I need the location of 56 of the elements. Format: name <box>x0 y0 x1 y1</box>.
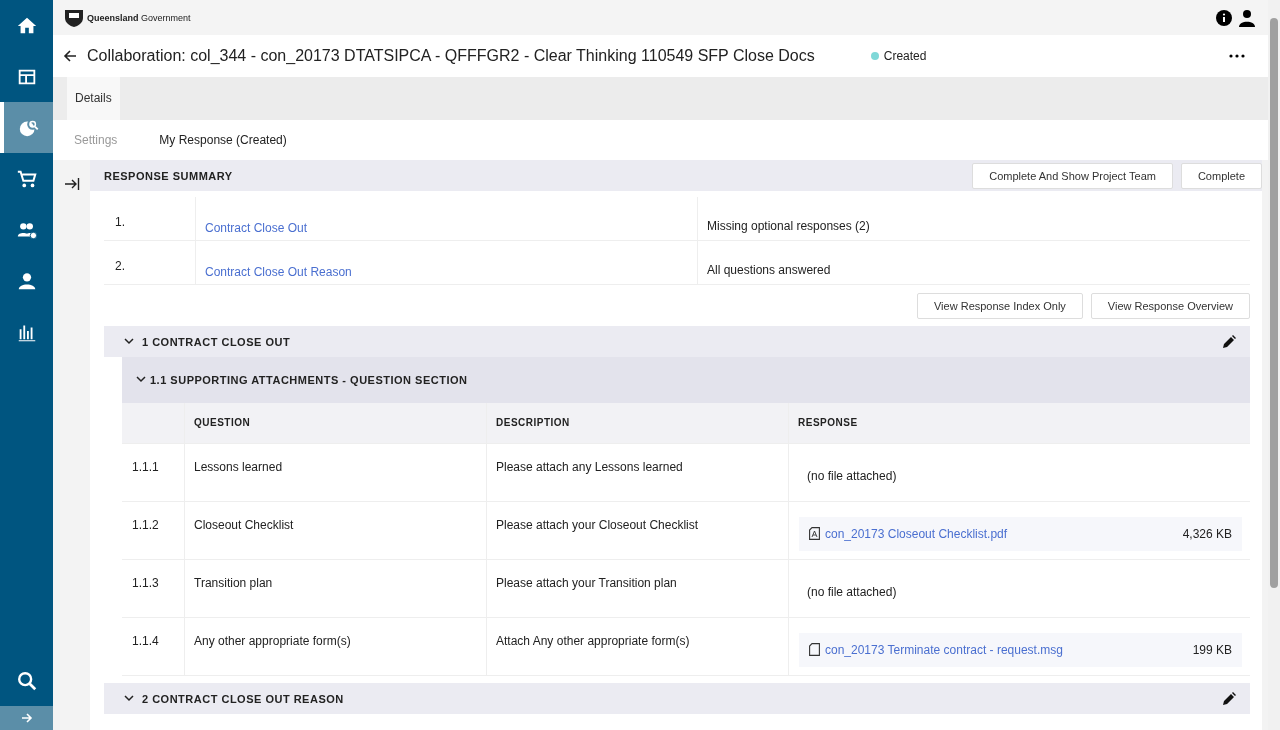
page-title: Collaboration: col_344 - con_20173 DTATSIPCA - QFFFGR2 - Clear Thinking 110549 SFP Close Docs <box>87 47 815 65</box>
crest-logo <box>63 7 85 28</box>
description-cell: Please attach your Transition plan <box>486 560 788 617</box>
question-number: 1.1.4 <box>131 633 160 650</box>
action-button[interactable]: Complete <box>1180 162 1262 189</box>
row-number: 2. <box>114 258 126 275</box>
section-title: RESPONSE SUMMARY <box>104 169 233 182</box>
description-cell: Attach Any other appropriate form(s) <box>486 618 788 675</box>
column-header: DESCRIPTION <box>486 403 788 443</box>
column-header: RESPONSE <box>788 403 1090 443</box>
pencil-icon[interactable] <box>1222 691 1236 706</box>
question-cell: Transition plan <box>184 560 486 617</box>
sidebar-item[interactable] <box>0 102 53 153</box>
user-icon[interactable] <box>1238 8 1256 27</box>
section-header[interactable]: 1 CONTRACT CLOSE OUT <box>104 326 1250 357</box>
status-label: Created <box>883 49 927 63</box>
question-number: 1.1.3 <box>131 575 160 592</box>
subsection-header[interactable]: 1.1 SUPPORTING ATTACHMENTS - QUESTION SECTION <box>122 357 1250 403</box>
section-link[interactable]: Contract Close Out <box>205 221 308 235</box>
view-button[interactable]: View Response Overview <box>1090 293 1250 319</box>
description-cell: Please attach any Lessons learned <box>486 444 788 501</box>
status-text: Missing optional responses (2) <box>706 218 870 235</box>
file-size: 199 KB <box>1192 642 1232 657</box>
pencil-icon[interactable] <box>1222 334 1236 349</box>
back-arrow-icon[interactable] <box>63 49 77 63</box>
response-text: (no file attached) <box>806 584 897 599</box>
section-link[interactable]: Contract Close Out Reason <box>205 265 352 279</box>
response-text: (no file attached) <box>806 468 897 483</box>
pdf-file-icon <box>809 527 820 540</box>
section-title: 1 CONTRACT CLOSE OUT <box>142 335 291 348</box>
file-link[interactable]: con_20173 Terminate contract - request.msg <box>825 642 1063 657</box>
row-number: 1. <box>114 214 126 231</box>
question-cell: Closeout Checklist <box>184 502 486 559</box>
status-text: All questions answered <box>706 262 831 279</box>
search-icon <box>15 669 38 692</box>
file-icon <box>809 643 820 656</box>
info-icon[interactable] <box>1216 9 1232 26</box>
more-icon[interactable] <box>1228 53 1246 59</box>
tab[interactable]: Details <box>67 77 120 120</box>
column-header: QUESTION <box>184 403 486 443</box>
file-size: 4,326 KB <box>1182 526 1232 541</box>
tab[interactable]: My Response (Created) <box>159 133 287 147</box>
action-button[interactable]: Complete And Show Project Team <box>972 162 1173 189</box>
question-number: 1.1.1 <box>131 459 160 476</box>
view-button[interactable]: View Response Index Only <box>917 293 1083 319</box>
description-cell: Please attach your Closeout Checklist <box>486 502 788 559</box>
question-number: 1.1.2 <box>131 517 160 534</box>
brand-name: Queensland Government <box>87 12 191 23</box>
section-header[interactable]: 2 CONTRACT CLOSE OUT REASON <box>104 683 1250 714</box>
section-title: 2 CONTRACT CLOSE OUT REASON <box>142 692 344 705</box>
question-cell: Lessons learned <box>184 444 486 501</box>
question-cell: Any other appropriate form(s) <box>184 618 486 675</box>
file-link[interactable]: con_20173 Closeout Checklist.pdf <box>825 526 1008 541</box>
arrow-right-icon <box>20 712 33 724</box>
collapse-icon[interactable] <box>63 177 80 191</box>
subsection-title: 1.1 SUPPORTING ATTACHMENTS - QUESTION SECTION <box>150 374 468 386</box>
